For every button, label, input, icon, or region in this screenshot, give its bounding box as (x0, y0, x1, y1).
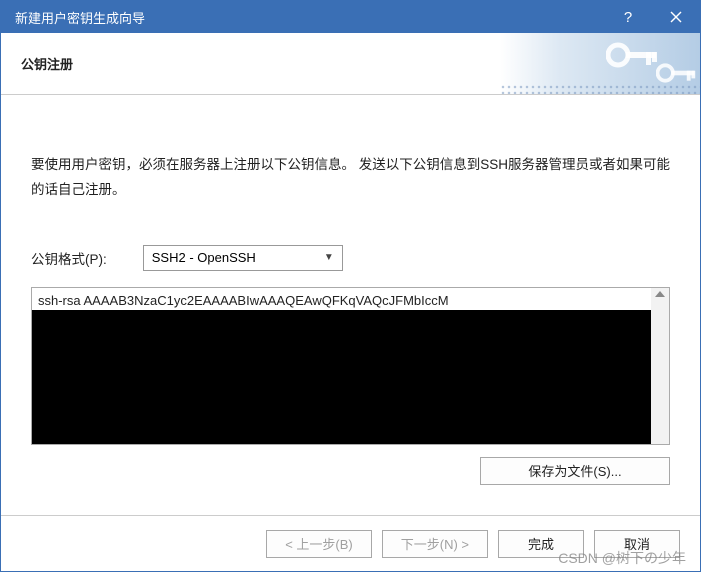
cancel-button[interactable]: 取消 (594, 530, 680, 558)
pubkey-textarea[interactable]: ssh-rsa AAAAB3NzaC1yc2EAAAABIwAAAQEAwQFK… (32, 288, 651, 444)
finish-button[interactable]: 完成 (498, 530, 584, 558)
pubkey-box: ssh-rsa AAAAB3NzaC1yc2EAAAABIwAAAQEAwQFK… (31, 287, 670, 445)
pubkey-text: ssh-rsa AAAAB3NzaC1yc2EAAAABIwAAAQEAwQFK… (38, 293, 449, 308)
back-button[interactable]: < 上一步(B) (266, 530, 372, 558)
close-button[interactable] (652, 1, 700, 33)
instruction-text: 要使用用户密钥，必须在服务器上注册以下公钥信息。 发送以下公钥信息到SSH服务器… (31, 153, 670, 203)
back-button-label: < 上一步(B) (285, 534, 353, 553)
finish-button-label: 完成 (528, 534, 554, 553)
scroll-up-icon (655, 291, 665, 297)
titlebar: 新建用户密钥生成向导 ? (1, 1, 700, 33)
key-icon (606, 37, 658, 73)
scrollbar[interactable] (651, 288, 669, 444)
save-row: 保存为文件(S)... (31, 457, 670, 485)
next-button-label: 下一步(N) > (401, 534, 469, 553)
next-button[interactable]: 下一步(N) > (382, 530, 488, 558)
format-label: 公钥格式(P): (31, 248, 107, 268)
footer: < 上一步(B) 下一步(N) > 完成 取消 (1, 515, 700, 571)
format-select[interactable]: SSH2 - OpenSSH ▼ (143, 245, 343, 271)
save-as-file-button[interactable]: 保存为文件(S)... (480, 457, 670, 485)
save-button-label: 保存为文件(S)... (528, 461, 621, 480)
window-title: 新建用户密钥生成向导 (15, 8, 145, 27)
content-area: 要使用用户密钥，必须在服务器上注册以下公钥信息。 发送以下公钥信息到SSH服务器… (1, 95, 700, 515)
close-icon (670, 11, 682, 23)
redacted-block (32, 310, 651, 444)
format-row: 公钥格式(P): SSH2 - OpenSSH ▼ (31, 245, 670, 271)
banner-title: 公钥注册 (21, 54, 73, 73)
banner-art (500, 33, 700, 94)
format-selected-value: SSH2 - OpenSSH (152, 250, 256, 265)
wizard-window: 新建用户密钥生成向导 ? 公钥注册 (0, 0, 701, 572)
help-button[interactable]: ? (604, 1, 652, 33)
cancel-button-label: 取消 (624, 534, 650, 553)
key-icon (656, 59, 696, 87)
chevron-down-icon: ▼ (324, 252, 334, 263)
banner: 公钥注册 (1, 33, 700, 95)
